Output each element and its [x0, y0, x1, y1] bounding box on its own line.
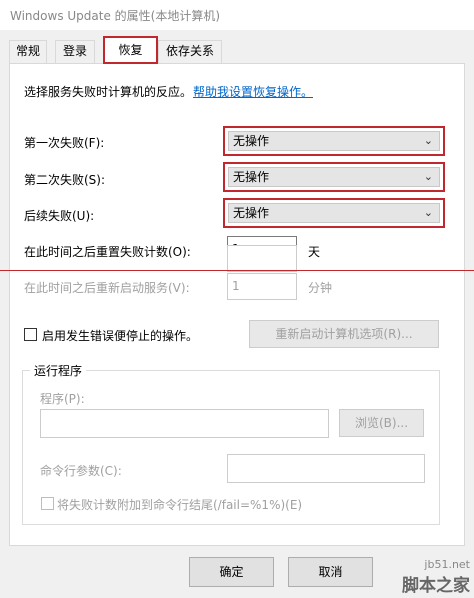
- subsequent-failure-highlight: 无操作 ⌄: [223, 198, 445, 228]
- subsequent-failure-label: 后续失败(U):: [24, 209, 95, 223]
- annotation-line: [0, 270, 474, 271]
- chevron-down-icon: ⌄: [423, 134, 433, 147]
- reset-count-unit: 天: [308, 245, 321, 259]
- watermark: jb51.net 脚本之家: [402, 558, 470, 596]
- enable-actions-checkbox[interactable]: [24, 328, 37, 341]
- reset-count-label: 在此时间之后重置失败计数(O):: [24, 245, 191, 259]
- restart-computer-options-button[interactable]: 重新启动计算机选项(R)...: [249, 320, 439, 348]
- help-link[interactable]: 帮助我设置恢复操作。: [193, 83, 313, 100]
- restart-service-label: 在此时间之后重新启动服务(V):: [24, 281, 190, 295]
- first-failure-highlight: 无操作 ⌄: [223, 126, 445, 156]
- tab-dependencies[interactable]: 依存关系: [158, 40, 222, 63]
- program-label: 程序(P):: [40, 392, 85, 406]
- second-failure-highlight: 无操作 ⌄: [223, 162, 445, 192]
- second-failure-select[interactable]: 无操作 ⌄: [228, 167, 440, 187]
- watermark-url: jb51.net: [424, 558, 470, 571]
- second-failure-label: 第二次失败(S):: [24, 173, 106, 187]
- restart-service-unit: 分钟: [308, 281, 333, 295]
- program-input[interactable]: [40, 409, 329, 438]
- chevron-down-icon: ⌄: [423, 206, 433, 219]
- run-program-group-title: 运行程序: [30, 362, 87, 379]
- first-failure-label: 第一次失败(F):: [24, 136, 105, 150]
- second-failure-value: 无操作: [233, 170, 270, 184]
- restart-service-input-placeholder: [227, 245, 297, 272]
- subsequent-failure-select[interactable]: 无操作 ⌄: [228, 203, 440, 223]
- params-input[interactable]: [227, 454, 425, 483]
- tab-logon[interactable]: 登录: [55, 40, 95, 63]
- browse-button[interactable]: 浏览(B)...: [339, 409, 424, 437]
- ok-button[interactable]: 确定: [189, 557, 274, 587]
- restart-service-input[interactable]: 1: [227, 273, 297, 300]
- tab-recovery[interactable]: 恢复: [103, 36, 158, 64]
- first-failure-select[interactable]: 无操作 ⌄: [228, 131, 440, 151]
- window-title: Windows Update 的属性(本地计算机): [10, 9, 221, 23]
- first-failure-value: 无操作: [233, 134, 270, 148]
- watermark-name: 脚本之家: [402, 576, 470, 596]
- chevron-down-icon: ⌄: [423, 170, 433, 183]
- params-label: 命令行参数(C):: [40, 464, 122, 478]
- cancel-button[interactable]: 取消: [288, 557, 373, 587]
- append-fail-label: 将失败计数附加到命令行结尾(/fail=%1%)(E): [57, 498, 303, 512]
- enable-actions-label: 启用发生错误便停止的操作。: [42, 329, 199, 343]
- intro-text: 选择服务失败时计算机的反应。: [24, 85, 193, 99]
- title-bar: Windows Update 的属性(本地计算机): [0, 0, 474, 30]
- tab-general[interactable]: 常规: [9, 40, 47, 63]
- append-fail-checkbox[interactable]: [41, 497, 54, 510]
- subsequent-failure-value: 无操作: [233, 206, 270, 220]
